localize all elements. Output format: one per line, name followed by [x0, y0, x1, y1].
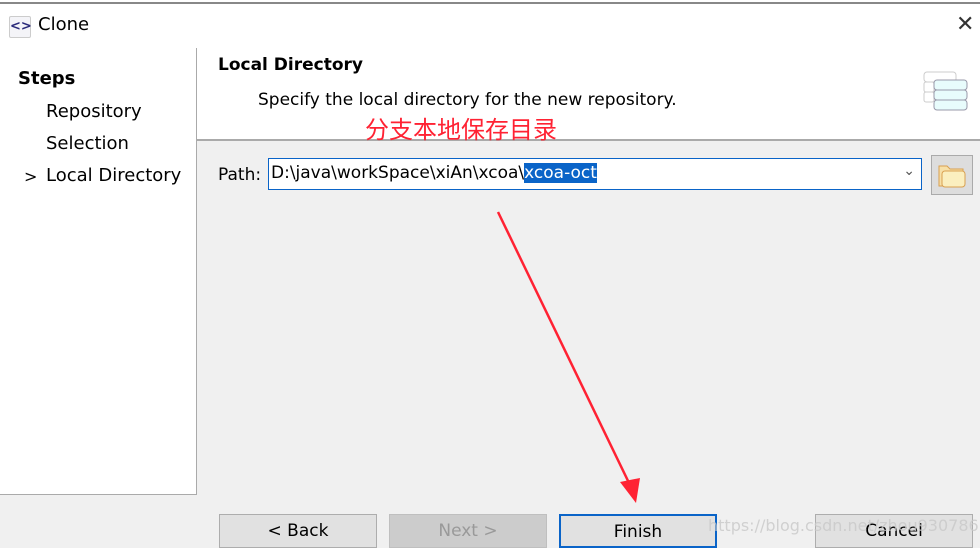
back-button[interactable]: < Back — [219, 514, 377, 548]
annotation-arrow — [496, 211, 640, 503]
watermark: https://blog.csdn.net/zhou930786312 — [708, 516, 980, 535]
next-button[interactable]: Next > — [389, 514, 547, 548]
finish-button[interactable]: Finish — [559, 514, 717, 548]
